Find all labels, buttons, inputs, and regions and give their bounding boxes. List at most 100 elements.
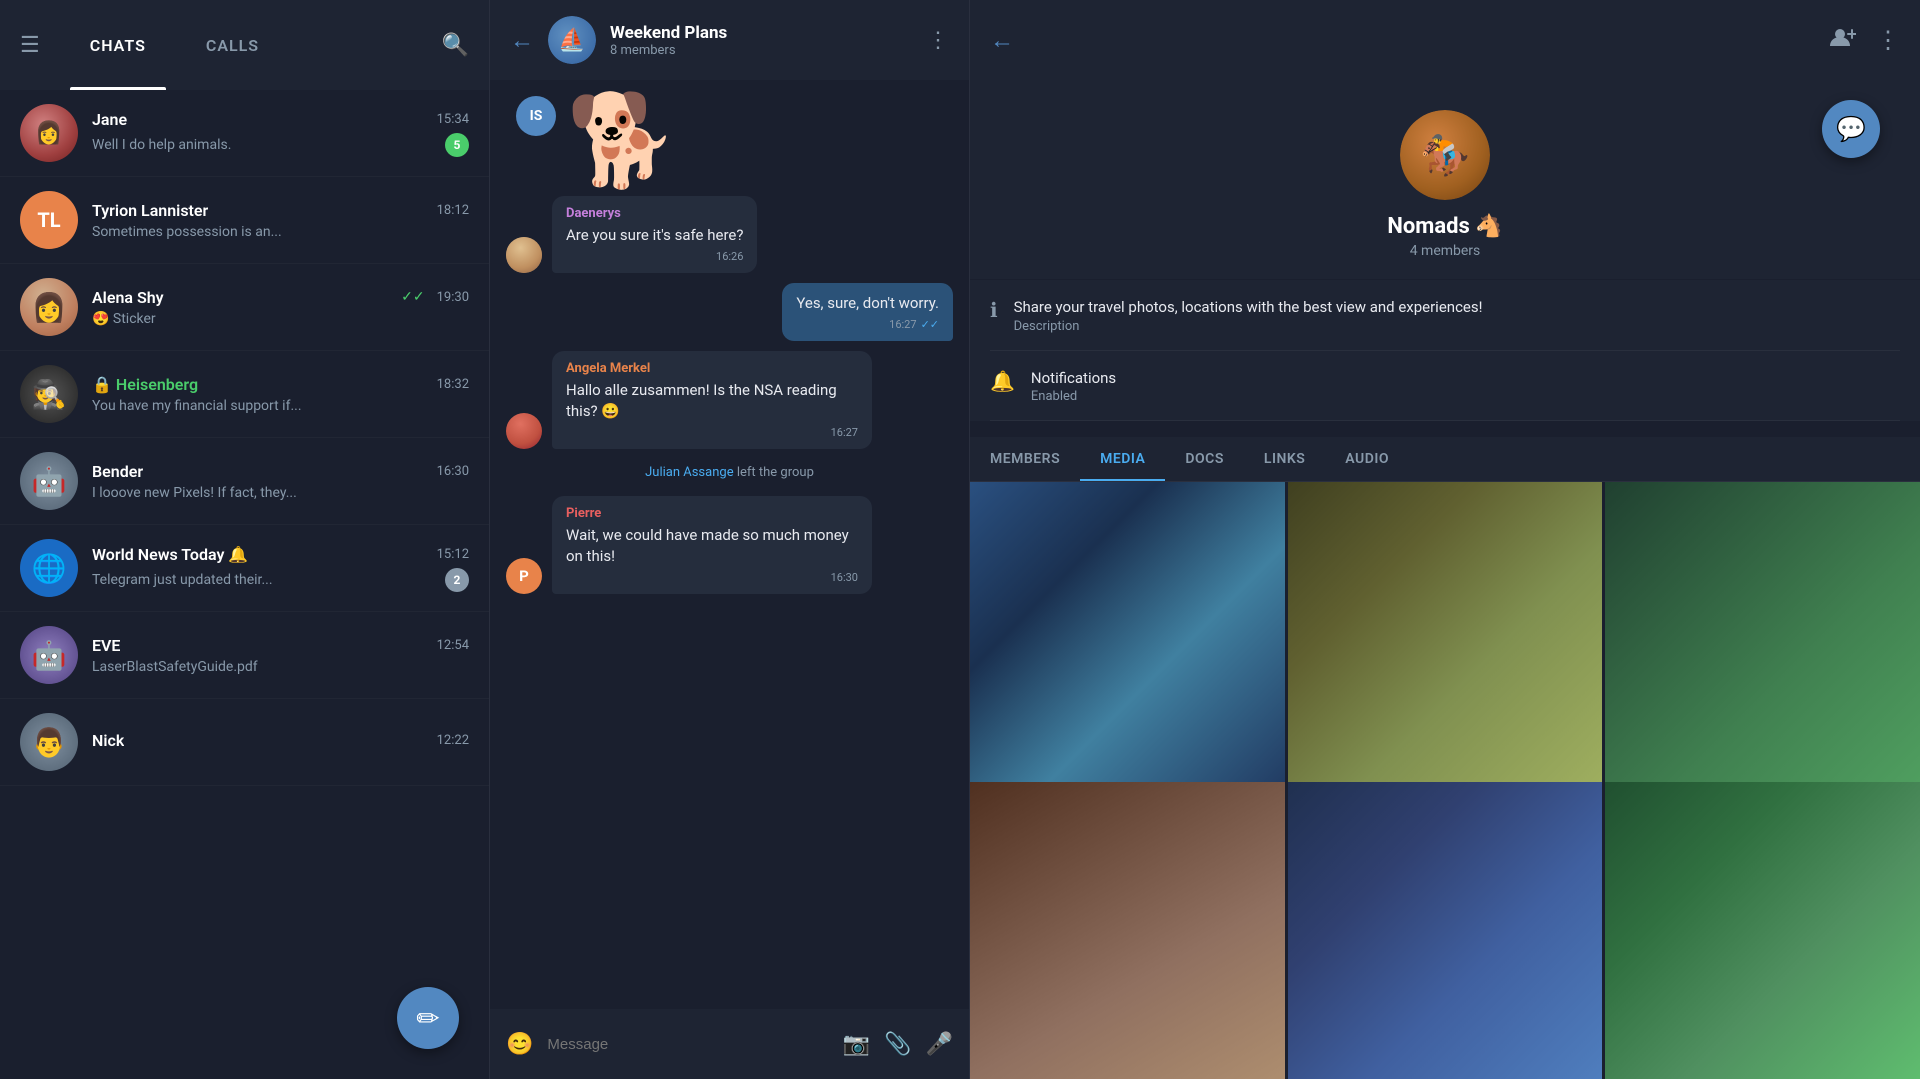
tyrion-name: Tyrion Lannister [92,201,208,220]
eve-content: EVE 12:54 LaserBlastSafetyGuide.pdf [92,636,469,675]
avatar-tyrion: TL [20,191,78,249]
nick-name: Nick [92,731,124,750]
chat-item-heisenberg[interactable]: 🕵️ 🔒 Heisenberg 18:32 You have my financ… [0,351,489,438]
chat-item-tyrion[interactable]: TL Tyrion Lannister 18:12 Sometimes poss… [0,177,489,264]
sticker-message: IS 🐕 [506,96,953,186]
pierre-avatar: P [506,558,542,594]
notifications-status: Enabled [1031,389,1116,404]
angela-time: 16:27 [831,426,858,439]
daenerys-time: 16:26 [716,250,743,263]
pierre-name: Pierre [566,506,858,521]
angela-bubble: Angela Merkel Hallo alle zusammen! Is th… [552,351,872,449]
messages-area: IS 🐕 Daenerys Are you sure it's safe her… [490,80,969,1009]
message-fab[interactable]: 💬 [1822,100,1880,158]
media-grid [970,482,1920,1079]
camera-icon[interactable]: 📷 [843,1032,870,1057]
message-pierre: P Pierre Wait, we could have made so muc… [506,496,953,594]
tab-calls[interactable]: CALLS [176,0,289,90]
worldnews-badge: 2 [445,568,469,592]
worldnews-preview: Telegram just updated their... [92,572,273,588]
description-text: Share your travel photos, locations with… [1014,296,1483,319]
chat-item-nick[interactable]: 👨 Nick 12:22 [0,699,489,786]
info-icon: ℹ [990,298,998,322]
outgoing-bubble: Yes, sure, don't worry. 16:27 ✓✓ [782,283,953,341]
tab-docs[interactable]: DOCS [1165,437,1243,481]
info-rows: ℹ Share your travel photos, locations wi… [970,280,1920,421]
alena-preview: 😍 Sticker [92,311,469,327]
tab-audio[interactable]: AUDIO [1325,437,1409,481]
media-cell-5[interactable] [1288,782,1603,1079]
avatar-worldnews: 🌐 [20,539,78,597]
alena-content: Alena Shy ✓✓ 19:30 😍 Sticker [92,288,469,327]
attach-icon[interactable]: 📎 [884,1032,911,1057]
right-header: ← ⋮ [970,0,1920,80]
tab-links[interactable]: LINKS [1244,437,1325,481]
chat-item-bender[interactable]: 🤖 Bender 16:30 I looove new Pixels! If f… [0,438,489,525]
media-cell-4[interactable] [970,782,1285,1079]
back-button[interactable]: ← [510,26,534,55]
more-options-icon-right[interactable]: ⋮ [1876,26,1900,54]
add-member-icon[interactable] [1830,26,1856,54]
bender-name: Bender [92,462,143,481]
profile-section-wrapper: 🏇 Nomads 🐴 4 members 💬 [970,80,1920,279]
jane-time: 15:34 [437,112,469,127]
pierre-text: Wait, we could have made so much money o… [566,525,858,567]
chat-item-worldnews[interactable]: 🌐 World News Today 🔔 15:12 Telegram just… [0,525,489,612]
media-tabs-section: MEMBERS MEDIA DOCS LINKS AUDIO [970,437,1920,482]
compose-fab[interactable]: ✏ [397,987,459,1049]
middle-panel: ← ⛵ Weekend Plans 8 members ⋮ IS 🐕 Daene… [490,0,970,1079]
message-daenerys: Daenerys Are you sure it's safe here? 16… [506,196,953,273]
heisenberg-preview: You have my financial support if... [92,398,469,414]
group-info: Weekend Plans 8 members [610,23,913,58]
tab-media[interactable]: MEDIA [1080,437,1165,481]
avatar-bender: 🤖 [20,452,78,510]
media-cell-6[interactable] [1605,782,1920,1079]
daenerys-name: Daenerys [566,206,743,221]
group-members: 8 members [610,43,913,58]
avatar-heisenberg: 🕵️ [20,365,78,423]
bender-content: Bender 16:30 I looove new Pixels! If fac… [92,462,469,501]
emoji-icon[interactable]: 😊 [506,1032,533,1057]
heisenberg-content: 🔒 Heisenberg 18:32 You have my financial… [92,375,469,414]
media-cell-1[interactable] [970,482,1285,797]
group-avatar: ⛵ [548,16,596,64]
tab-chats[interactable]: CHATS [60,0,176,90]
notifications-icon: 🔔 [990,369,1015,393]
chat-item-alena[interactable]: 👩 Alena Shy ✓✓ 19:30 😍 Sticker [0,264,489,351]
media-cell-2[interactable] [1288,482,1603,797]
chat-header: ← ⛵ Weekend Plans 8 members ⋮ [490,0,969,80]
left-panel: ☰ CHATS CALLS 🔍 👩 Jane 15:34 [0,0,490,1079]
outgoing-text: Yes, sure, don't worry. [796,293,939,314]
tabs-bar: CHATS CALLS [60,0,432,90]
system-user: Julian Assange [645,465,733,480]
media-cell-3[interactable] [1605,482,1920,797]
message-input[interactable] [547,1036,828,1053]
chat-input-bar: 😊 📷 📎 🎤 [490,1009,969,1079]
avatar-eve: 🤖 [20,626,78,684]
worldnews-name: World News Today 🔔 [92,545,248,564]
jane-badge: 5 [445,133,469,157]
right-back-button[interactable]: ← [990,26,1014,55]
eve-preview: LaserBlastSafetyGuide.pdf [92,659,469,675]
mic-icon[interactable]: 🎤 [926,1032,953,1057]
more-options-icon[interactable]: ⋮ [927,28,949,53]
alena-time: 19:30 [437,290,469,305]
tyrion-preview: Sometimes possession is an... [92,224,469,240]
daenerys-bubble: Daenerys Are you sure it's safe here? 16… [552,196,757,273]
angela-name: Angela Merkel [566,361,858,376]
bender-time: 16:30 [437,464,469,479]
heisenberg-time: 18:32 [437,377,469,392]
tab-members[interactable]: MEMBERS [970,437,1080,481]
nick-time: 12:22 [437,733,469,748]
jane-content: Jane 15:34 Well I do help animals. 5 [92,110,469,157]
eve-name: EVE [92,636,120,655]
chat-item-jane[interactable]: 👩 Jane 15:34 Well I do help animals. 5 [0,90,489,177]
chat-item-eve[interactable]: 🤖 EVE 12:54 LaserBlastSafetyGuide.pdf [0,612,489,699]
notifications-row[interactable]: 🔔 Notifications Enabled [990,351,1900,422]
eve-time: 12:54 [437,638,469,653]
search-icon[interactable]: 🔍 [442,33,469,58]
group-profile-name: Nomads 🐴 [1387,214,1502,239]
daenerys-text: Are you sure it's safe here? [566,225,743,246]
menu-icon[interactable]: ☰ [20,33,40,58]
pierre-bubble: Pierre Wait, we could have made so much … [552,496,872,594]
